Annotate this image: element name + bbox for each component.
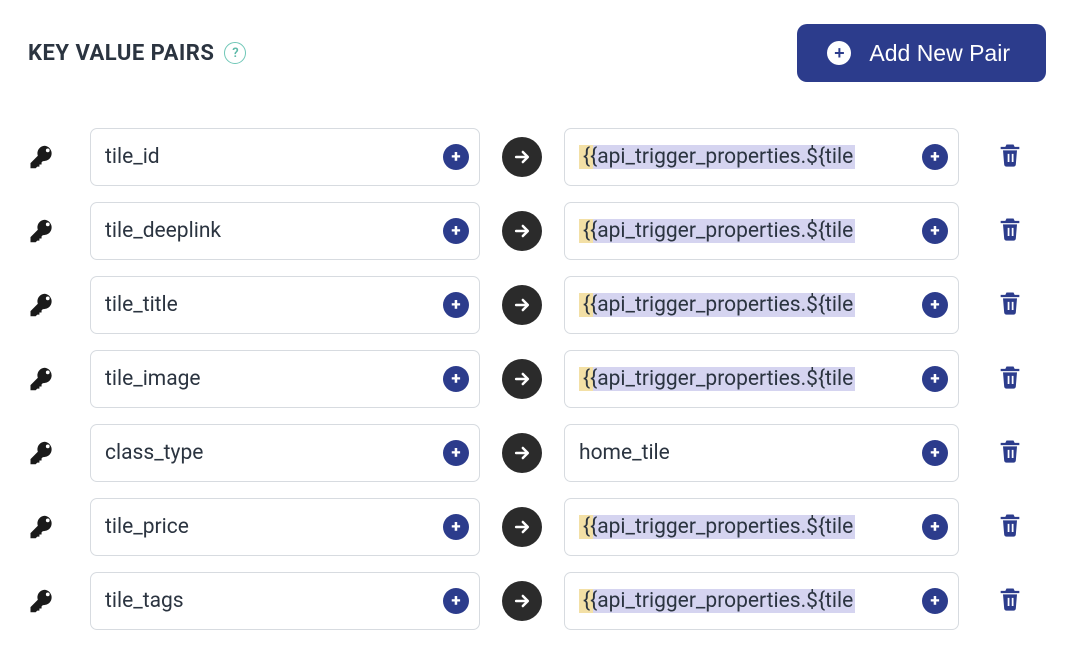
value-text: {{api_trigger_properties.${tile — [579, 145, 855, 169]
value-input[interactable]: {{api_trigger_properties.${tile + — [564, 128, 959, 186]
pair-row: tile_image + {{api_trigger_properties.${t… — [28, 350, 1046, 408]
trash-icon — [996, 289, 1024, 321]
add-variable-value-icon[interactable]: + — [922, 292, 948, 318]
delete-row-button[interactable] — [995, 585, 1025, 617]
title-wrap: KEY VALUE PAIRS ? — [28, 41, 246, 66]
pair-row: tile_id + {{api_trigger_properties.${tile… — [28, 128, 1046, 186]
add-variable-key-icon[interactable]: + — [443, 440, 469, 466]
pair-row: tile_deeplink + {{api_trigger_properties.… — [28, 202, 1046, 260]
add-variable-key-icon[interactable]: + — [443, 292, 469, 318]
arrow-right-icon — [502, 433, 542, 473]
key-icon — [28, 438, 68, 468]
add-variable-value-icon[interactable]: + — [922, 440, 948, 466]
key-text: tile_tags — [105, 589, 184, 613]
arrow-right-icon — [502, 211, 542, 251]
arrow-right-icon — [502, 285, 542, 325]
pairs-list: tile_id + {{api_trigger_properties.${tile… — [28, 128, 1046, 630]
value-input[interactable]: {{api_trigger_properties.${tile + — [564, 498, 959, 556]
pair-row: tile_title + {{api_trigger_properties.${t… — [28, 276, 1046, 334]
key-icon — [28, 512, 68, 542]
key-icon — [28, 586, 68, 616]
key-text: tile_price — [105, 515, 189, 539]
key-icon — [28, 142, 68, 172]
add-variable-value-icon[interactable]: + — [922, 514, 948, 540]
trash-icon — [996, 363, 1024, 395]
value-text: {{api_trigger_properties.${tile — [579, 219, 855, 243]
arrow-right-icon — [502, 137, 542, 177]
key-text: tile_id — [105, 145, 160, 169]
key-input[interactable]: class_type + — [90, 424, 480, 482]
key-text: class_type — [105, 441, 203, 465]
value-text: home_tile — [579, 441, 670, 465]
add-new-pair-button[interactable]: + Add New Pair — [797, 24, 1046, 82]
section-title: KEY VALUE PAIRS — [28, 41, 214, 66]
header-row: KEY VALUE PAIRS ? + Add New Pair — [28, 24, 1046, 82]
add-variable-key-icon[interactable]: + — [443, 514, 469, 540]
trash-icon — [996, 585, 1024, 617]
value-text: {{api_trigger_properties.${tile — [579, 367, 855, 391]
value-input[interactable]: {{api_trigger_properties.${tile + — [564, 350, 959, 408]
delete-row-button[interactable] — [995, 141, 1025, 173]
key-input[interactable]: tile_image + — [90, 350, 480, 408]
add-variable-value-icon[interactable]: + — [922, 366, 948, 392]
add-button-label: Add New Pair — [869, 40, 1010, 67]
key-text: tile_image — [105, 367, 201, 391]
value-input[interactable]: home_tile + — [564, 424, 959, 482]
key-input[interactable]: tile_tags + — [90, 572, 480, 630]
value-input[interactable]: {{api_trigger_properties.${tile + — [564, 202, 959, 260]
trash-icon — [996, 437, 1024, 469]
add-variable-value-icon[interactable]: + — [922, 218, 948, 244]
add-variable-key-icon[interactable]: + — [443, 144, 469, 170]
key-text: tile_deeplink — [105, 219, 221, 243]
value-input[interactable]: {{api_trigger_properties.${tile + — [564, 276, 959, 334]
pair-row: class_type + home_tile + — [28, 424, 1046, 482]
pair-row: tile_tags + {{api_trigger_properties.${ti… — [28, 572, 1046, 630]
delete-row-button[interactable] — [995, 511, 1025, 543]
add-variable-key-icon[interactable]: + — [443, 218, 469, 244]
plus-circle-icon: + — [827, 41, 851, 65]
add-variable-key-icon[interactable]: + — [443, 588, 469, 614]
key-input[interactable]: tile_deeplink + — [90, 202, 480, 260]
add-variable-value-icon[interactable]: + — [922, 588, 948, 614]
key-text: tile_title — [105, 293, 178, 317]
value-text: {{api_trigger_properties.${tile — [579, 515, 855, 539]
delete-row-button[interactable] — [995, 289, 1025, 321]
arrow-right-icon — [502, 507, 542, 547]
delete-row-button[interactable] — [995, 437, 1025, 469]
key-input[interactable]: tile_price + — [90, 498, 480, 556]
value-text: {{api_trigger_properties.${tile — [579, 589, 855, 613]
pair-row: tile_price + {{api_trigger_properties.${t… — [28, 498, 1046, 556]
value-input[interactable]: {{api_trigger_properties.${tile + — [564, 572, 959, 630]
trash-icon — [996, 511, 1024, 543]
arrow-right-icon — [502, 359, 542, 399]
add-variable-value-icon[interactable]: + — [922, 144, 948, 170]
key-icon — [28, 216, 68, 246]
key-input[interactable]: tile_id + — [90, 128, 480, 186]
trash-icon — [996, 215, 1024, 247]
key-input[interactable]: tile_title + — [90, 276, 480, 334]
delete-row-button[interactable] — [995, 363, 1025, 395]
value-text: {{api_trigger_properties.${tile — [579, 293, 855, 317]
key-icon — [28, 364, 68, 394]
key-icon — [28, 290, 68, 320]
trash-icon — [996, 141, 1024, 173]
delete-row-button[interactable] — [995, 215, 1025, 247]
arrow-right-icon — [502, 581, 542, 621]
help-icon[interactable]: ? — [224, 42, 246, 64]
add-variable-key-icon[interactable]: + — [443, 366, 469, 392]
